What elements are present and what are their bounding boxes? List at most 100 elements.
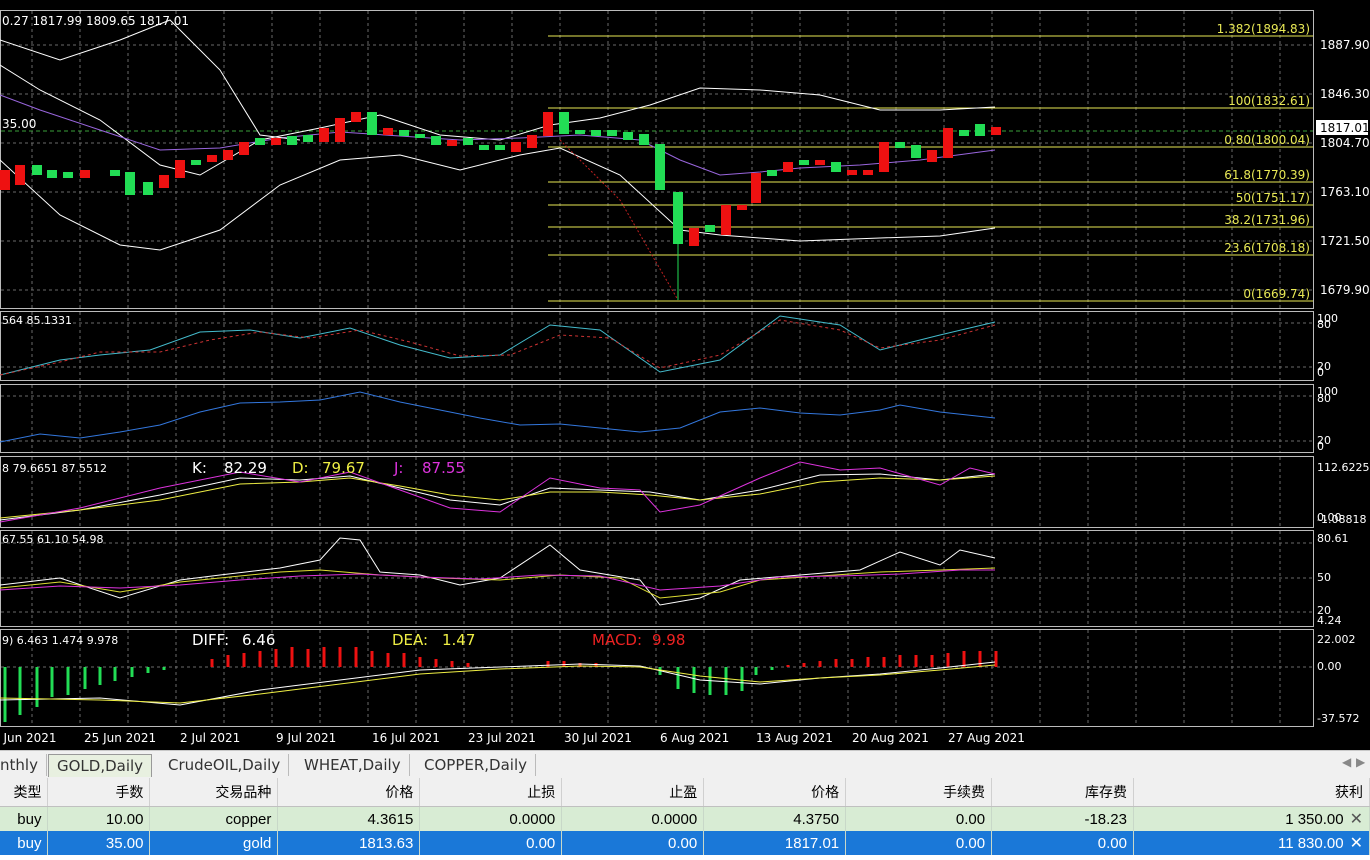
candle-bear bbox=[847, 170, 857, 175]
table-row[interactable]: buy 10.00 copper 4.3615 0.0000 0.0000 4.… bbox=[0, 806, 1370, 831]
candle-bull bbox=[623, 132, 633, 140]
cell-commission: 0.00 bbox=[845, 806, 993, 831]
positions-table: 类型 手数 交易品种 价格 止损 止盈 价格 手续费 库存费 获利 buy 10… bbox=[0, 778, 1370, 855]
candle-bull bbox=[591, 130, 601, 136]
date-tick-label: 27 Aug 2021 bbox=[948, 731, 1025, 745]
candle-bull bbox=[895, 142, 905, 148]
macd-histogram-bar bbox=[724, 667, 728, 695]
trade-terminal: 类型 手数 交易品种 价格 止损 止盈 价格 手续费 库存费 获利 buy 10… bbox=[0, 778, 1370, 860]
price-tick-label: 1679.90 bbox=[1320, 283, 1370, 297]
panel-frame-p2 bbox=[0, 384, 1314, 453]
panel1-scale-label: 80 bbox=[1317, 318, 1331, 331]
tab-monthly[interactable]: nthly bbox=[0, 754, 47, 776]
macd-histogram-bar bbox=[274, 649, 278, 667]
candle-bull bbox=[831, 162, 841, 172]
macd-dea-label: DEA: bbox=[392, 631, 429, 649]
header-symbol[interactable]: 交易品种 bbox=[149, 778, 279, 807]
tab-wheat-daily[interactable]: WHEAT,Daily bbox=[296, 754, 410, 776]
kdj-j-value: 87.55 bbox=[422, 459, 465, 477]
macd-histogram-bar bbox=[546, 661, 550, 667]
close-position-icon[interactable]: ✕ bbox=[1350, 835, 1363, 852]
cell-type: buy bbox=[0, 806, 49, 831]
panel2-scale-label: 0 bbox=[1317, 440, 1324, 453]
tab-scroll-right-icon[interactable]: ▶ bbox=[1356, 755, 1365, 769]
macd-histogram-bar bbox=[930, 655, 934, 667]
macd-histogram-bar bbox=[306, 649, 310, 667]
candle-bear bbox=[943, 128, 953, 158]
header-stop-loss[interactable]: 止损 bbox=[419, 778, 563, 807]
header-type[interactable]: 类型 bbox=[0, 778, 49, 807]
panel2-scale-label: 80 bbox=[1317, 392, 1331, 405]
macd-histogram-bar bbox=[258, 651, 262, 667]
ohlc-label: 0.27 1817.99 1809.65 1817.01 bbox=[2, 14, 190, 28]
cell-volume: 10.00 bbox=[47, 806, 151, 831]
tab-gold-daily[interactable]: GOLD,Daily bbox=[48, 754, 153, 777]
tab-scroll-left-icon[interactable]: ◀ bbox=[1342, 755, 1351, 769]
panel1-label: 564 85.1331 bbox=[2, 314, 72, 327]
cell-swap: -18.23 bbox=[991, 806, 1134, 831]
chart-area[interactable]: 1887.90 1846.30 1804.70 1763.10 1721.50 1679.… bbox=[0, 0, 1370, 750]
price-tick-label: 1804.70 bbox=[1320, 136, 1370, 150]
bollinger-upper-line bbox=[0, 64, 996, 176]
cell-commission: 0.00 bbox=[845, 831, 993, 855]
date-tick-label: 16 Jul 2021 bbox=[372, 731, 440, 745]
date-tick-label: 20 Aug 2021 bbox=[852, 731, 929, 745]
macd-histogram-bar bbox=[386, 653, 390, 667]
price-trend-line bbox=[0, 19, 301, 141]
header-commission[interactable]: 手续费 bbox=[845, 778, 993, 807]
panel1-main-line bbox=[0, 315, 996, 376]
date-tick-label: 13 Aug 2021 bbox=[756, 731, 833, 745]
macd-histogram-bar bbox=[3, 667, 7, 722]
macd-histogram-bar bbox=[98, 667, 102, 685]
candle-bull bbox=[479, 145, 489, 150]
macd-histogram-bar bbox=[322, 647, 326, 667]
candle-bull bbox=[431, 136, 441, 145]
candle-bull bbox=[143, 182, 153, 195]
table-row[interactable]: buy 35.00 gold 1813.63 0.00 0.00 1817.01… bbox=[0, 831, 1370, 855]
header-open-price[interactable]: 价格 bbox=[277, 778, 421, 807]
candle-bull bbox=[47, 170, 57, 178]
fib-level-label: 100(1832.61) bbox=[1228, 94, 1310, 108]
candle-bull bbox=[607, 130, 617, 136]
close-position-icon[interactable]: ✕ bbox=[1350, 811, 1363, 828]
table-header-row: 类型 手数 交易品种 价格 止损 止盈 价格 手续费 库存费 获利 bbox=[0, 778, 1370, 807]
candle-bear bbox=[207, 155, 217, 162]
price-tick-label: 1846.30 bbox=[1320, 87, 1370, 101]
cell-take-profit: 0.00 bbox=[561, 831, 705, 855]
date-tick-label: 6 Aug 2021 bbox=[660, 731, 729, 745]
candle-bull bbox=[399, 130, 409, 136]
cell-symbol: copper bbox=[149, 806, 279, 831]
candle-bear bbox=[175, 160, 185, 178]
kdj-d-label: D: bbox=[292, 459, 309, 477]
panel3-scale-label: 0.00 bbox=[1317, 511, 1342, 524]
candle-bear bbox=[927, 150, 937, 162]
candle-bull bbox=[655, 144, 665, 190]
header-volume[interactable]: 手数 bbox=[47, 778, 151, 807]
macd-histogram-bar bbox=[338, 647, 342, 667]
macd-histogram-bar bbox=[146, 667, 150, 673]
panel5-scale-label: -37.572 bbox=[1317, 712, 1359, 725]
candle-bear bbox=[527, 135, 537, 148]
macd-histogram-bar bbox=[66, 667, 70, 695]
candle-bull bbox=[63, 172, 73, 178]
macd-histogram-bar bbox=[18, 667, 22, 715]
fib-level-label: 0.80(1800.04) bbox=[1224, 133, 1310, 147]
tab-copper-daily[interactable]: COPPER,Daily bbox=[416, 754, 536, 776]
candle-bear bbox=[751, 173, 761, 203]
macd-histogram-bar bbox=[290, 647, 294, 667]
panel2-line bbox=[0, 391, 996, 443]
macd-histogram-bar bbox=[914, 655, 918, 667]
current-price-label: 1817.01 bbox=[1320, 121, 1370, 135]
fib-level-label: 61.8(1770.39) bbox=[1224, 168, 1310, 182]
candle-bear bbox=[15, 165, 25, 185]
candle-bull bbox=[463, 138, 473, 145]
price-tick-label: 1763.10 bbox=[1320, 185, 1370, 199]
header-current-price[interactable]: 价格 bbox=[703, 778, 847, 807]
header-profit[interactable]: 获利 bbox=[1133, 778, 1370, 807]
candle-bull bbox=[559, 112, 569, 134]
candle-bull bbox=[799, 160, 809, 165]
header-take-profit[interactable]: 止盈 bbox=[561, 778, 705, 807]
tab-crudeoil-daily[interactable]: CrudeOIL,Daily bbox=[160, 754, 290, 776]
header-swap[interactable]: 库存费 bbox=[991, 778, 1134, 807]
cell-symbol: gold bbox=[149, 831, 279, 855]
